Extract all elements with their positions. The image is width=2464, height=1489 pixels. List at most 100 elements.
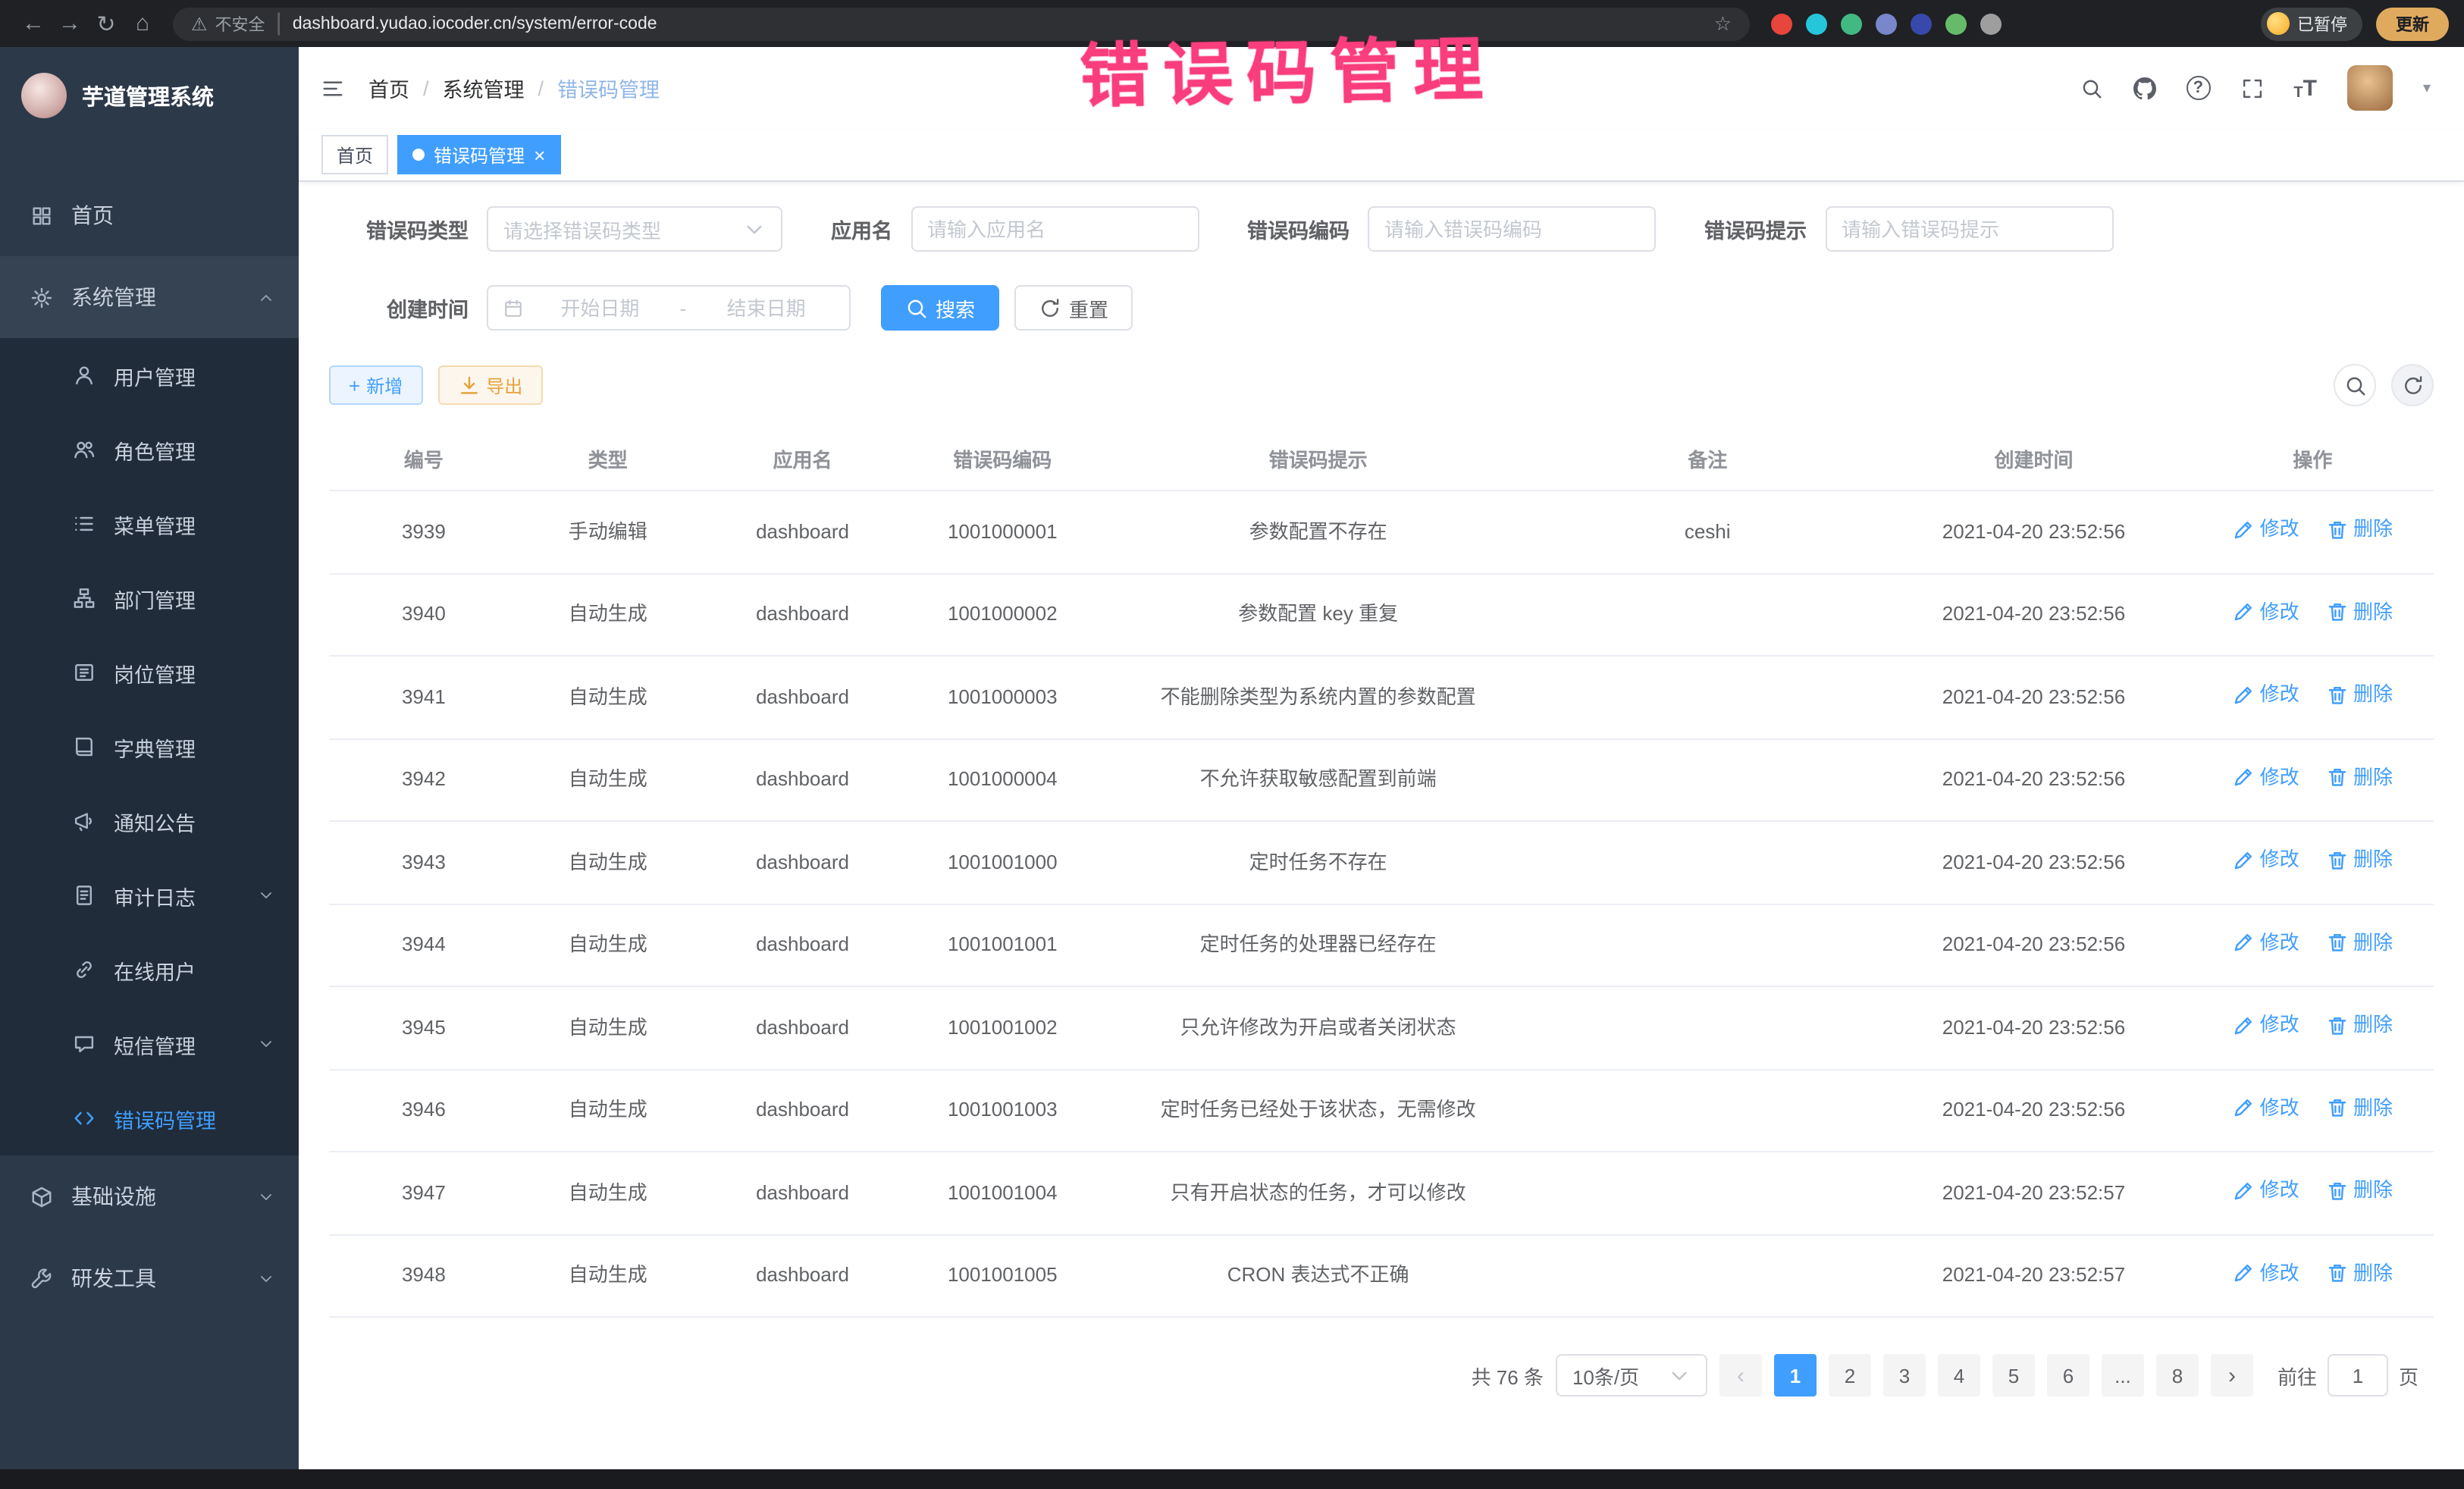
pagination-prev-button[interactable]: ‹: [1719, 1354, 1762, 1397]
onetab-extension-icon[interactable]: [1911, 13, 1932, 34]
pagination-page-2[interactable]: 2: [1829, 1354, 1871, 1397]
delete-button[interactable]: 删除: [2326, 1174, 2393, 1207]
end-date-input[interactable]: [698, 296, 834, 319]
delete-button[interactable]: 删除: [2326, 513, 2393, 546]
edit-button[interactable]: 修改: [2233, 1008, 2299, 1042]
edit-button[interactable]: 修改: [2233, 1174, 2299, 1207]
delete-button[interactable]: 删除: [2326, 678, 2393, 711]
delete-button[interactable]: 删除: [2326, 1008, 2393, 1042]
sidebar-item-home[interactable]: 首页: [0, 174, 299, 256]
page-size-select[interactable]: 10条/页: [1556, 1354, 1707, 1397]
edit-button[interactable]: 修改: [2233, 843, 2299, 876]
chevron-down-icon[interactable]: ▾: [2423, 80, 2431, 96]
sidebar-item-label: 部门管理: [114, 583, 196, 613]
edit-button[interactable]: 修改: [2233, 760, 2299, 794]
sidebar-item-menu[interactable]: 菜单管理: [0, 487, 299, 561]
pagination-next-button[interactable]: ›: [2211, 1354, 2253, 1397]
sidebar-item-sms[interactable]: 短信管理: [0, 1007, 299, 1081]
browser-reload-icon[interactable]: ↻: [88, 10, 124, 37]
pagination-page-4[interactable]: 4: [1938, 1354, 1980, 1397]
app-logo[interactable]: 芋道管理系统: [0, 47, 299, 144]
sidebar-item-role[interactable]: 角色管理: [0, 412, 299, 487]
help-icon[interactable]: ?: [2186, 76, 2210, 100]
goto-suffix: 页: [2399, 1361, 2419, 1390]
sidebar-item-system[interactable]: 系统管理: [0, 256, 299, 338]
cell-time: 2021-04-20 23:52:56: [1942, 1099, 2125, 1121]
security-indicator[interactable]: ⚠ 不安全: [191, 11, 265, 36]
error-type-select[interactable]: 请选择错误码类型: [487, 206, 782, 252]
sidebar-item-devtools[interactable]: 研发工具: [0, 1237, 299, 1319]
refresh-button[interactable]: [2391, 364, 2434, 406]
grid-extension-icon[interactable]: [1876, 13, 1897, 34]
error-code-input[interactable]: [1384, 218, 1639, 240]
export-button[interactable]: 导出: [437, 365, 542, 405]
edit-button[interactable]: 修改: [2233, 678, 2299, 711]
delete-button[interactable]: 删除: [2326, 595, 2393, 629]
github-icon[interactable]: [2133, 77, 2155, 99]
delete-button[interactable]: 删除: [2326, 760, 2393, 794]
sidebar-item-online[interactable]: 在线用户: [0, 933, 299, 1007]
profile-paused-chip[interactable]: 已暂停: [2261, 7, 2362, 40]
goto-page-input[interactable]: [2328, 1354, 2388, 1397]
cell-hint: 参数配置 key 重复: [1238, 603, 1398, 625]
wrench-icon: [30, 1267, 53, 1290]
pagination-page-6[interactable]: 6: [2047, 1354, 2089, 1397]
error-hint-input[interactable]: [1842, 218, 2096, 240]
edit-button[interactable]: 修改: [2233, 513, 2299, 546]
content: 错误码类型 请选择错误码类型 应用名 错误码编码: [299, 182, 2464, 1489]
browser-update-button[interactable]: 更新: [2376, 7, 2449, 40]
fullscreen-icon[interactable]: [2240, 77, 2263, 99]
sidebar-item-dict[interactable]: 字典管理: [0, 710, 299, 784]
sidebar-item-post[interactable]: 岗位管理: [0, 635, 299, 710]
user-avatar[interactable]: [2347, 65, 2393, 111]
cell-time: 2021-04-20 23:52:57: [1942, 1264, 2125, 1287]
leaf-extension-icon[interactable]: [1945, 13, 1967, 34]
tab-error-code[interactable]: 错误码管理 ×: [397, 135, 560, 174]
font-size-icon[interactable]: TT: [2293, 75, 2317, 101]
browser-back-icon[interactable]: ←: [15, 11, 52, 36]
edit-button[interactable]: 修改: [2233, 595, 2299, 629]
pagination-page-1[interactable]: 1: [1774, 1354, 1817, 1397]
search-icon[interactable]: [2080, 77, 2102, 99]
toggle-search-button[interactable]: [2334, 364, 2376, 406]
puzzle-extension-icon[interactable]: [1980, 13, 2002, 34]
address-bar[interactable]: ⚠ 不安全 | dashboard.yudao.iocoder.cn/syste…: [173, 7, 1750, 40]
user-icon: [73, 364, 96, 387]
pagination-page-3[interactable]: 3: [1883, 1354, 1926, 1397]
browser-forward-icon[interactable]: →: [52, 11, 88, 36]
browser-home-icon[interactable]: ⌂: [124, 11, 161, 36]
start-date-input[interactable]: [532, 296, 668, 319]
breadcrumb-home[interactable]: 首页: [368, 73, 409, 103]
app-name-input[interactable]: [927, 218, 1182, 240]
delete-button[interactable]: 删除: [2326, 1091, 2393, 1124]
date-range-picker[interactable]: -: [487, 285, 851, 331]
delete-button[interactable]: 删除: [2326, 843, 2393, 876]
pagination-more[interactable]: ...: [2102, 1354, 2144, 1397]
reset-button[interactable]: 重置: [1014, 285, 1133, 331]
sidebar-item-audit[interactable]: 审计日志: [0, 858, 299, 933]
pagination-page-5[interactable]: 5: [1992, 1354, 2035, 1397]
color-drop-extension-icon[interactable]: [1806, 13, 1827, 34]
hamburger-icon[interactable]: [321, 77, 344, 99]
sidebar-item-errcode[interactable]: 错误码管理: [0, 1081, 299, 1155]
sidebar-item-infra[interactable]: 基础设施: [0, 1155, 299, 1237]
close-tab-icon[interactable]: ×: [534, 145, 545, 165]
cell-type: 自动生成: [569, 933, 647, 956]
pagination-page-8[interactable]: 8: [2156, 1354, 2199, 1397]
search-button[interactable]: 搜索: [881, 285, 999, 331]
breadcrumb-system[interactable]: 系统管理: [443, 73, 525, 103]
sidebar-item-user[interactable]: 用户管理: [0, 338, 299, 412]
edit-button[interactable]: 修改: [2233, 1256, 2299, 1290]
edit-button[interactable]: 修改: [2233, 926, 2299, 959]
edit-button[interactable]: 修改: [2233, 1091, 2299, 1124]
recorder-extension-icon[interactable]: [1771, 13, 1792, 34]
sidebar-item-notice[interactable]: 通知公告: [0, 784, 299, 858]
profile-avatar: [2267, 12, 2290, 35]
vue-devtools-extension-icon[interactable]: [1841, 13, 1862, 34]
sidebar-item-dept[interactable]: 部门管理: [0, 561, 299, 635]
add-button[interactable]: + 新增: [329, 365, 422, 405]
delete-button[interactable]: 删除: [2326, 926, 2393, 959]
delete-button[interactable]: 删除: [2326, 1256, 2393, 1290]
tab-home[interactable]: 首页: [321, 135, 388, 174]
bookmark-star-icon[interactable]: ☆: [1714, 11, 1732, 36]
